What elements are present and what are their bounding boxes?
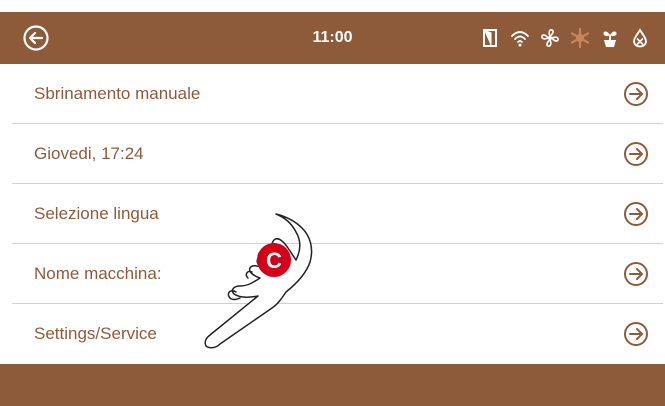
menu-item-date-time[interactable]: Giovedi, 17:24 (12, 124, 663, 184)
menu-item-machine-name[interactable]: Nome macchina: (12, 244, 663, 304)
menu-item-label: Sbrinamento manuale (34, 84, 201, 103)
menu-item-language[interactable]: Selezione lingua (12, 184, 663, 244)
pointing-hand-icon: C (204, 213, 313, 349)
fan-icon (541, 29, 559, 47)
wifi-icon (511, 31, 529, 47)
settings-menu: Sbrinamento manuale Giovedi, 17:24 Selez… (12, 64, 663, 363)
step-badge-label: C (266, 248, 282, 273)
top-bar: 11:00 (0, 12, 665, 64)
circle-arrow-right-icon[interactable] (623, 81, 649, 107)
menu-item-settings-service[interactable]: Settings/Service (12, 304, 663, 363)
menu-item-label: Selezione lingua (34, 204, 159, 223)
menu-item-label: Settings/Service (34, 324, 157, 343)
menu-item-label: Giovedi, 17:24 (34, 144, 144, 163)
circle-arrow-right-icon[interactable] (623, 141, 649, 167)
drop-icon (633, 28, 647, 48)
circle-arrow-right-icon[interactable] (623, 321, 649, 347)
status-icons (479, 27, 651, 49)
circle-arrow-right-icon[interactable] (623, 201, 649, 227)
circle-arrow-right-icon[interactable] (623, 261, 649, 287)
menu-item-manual-defrost[interactable]: Sbrinamento manuale (12, 64, 663, 124)
menu-item-label: Nome macchina: (34, 264, 162, 283)
plant-icon (603, 31, 617, 47)
bottom-bar (0, 364, 665, 406)
defrost-snowflake-icon (570, 27, 590, 49)
door-icon (483, 29, 497, 47)
